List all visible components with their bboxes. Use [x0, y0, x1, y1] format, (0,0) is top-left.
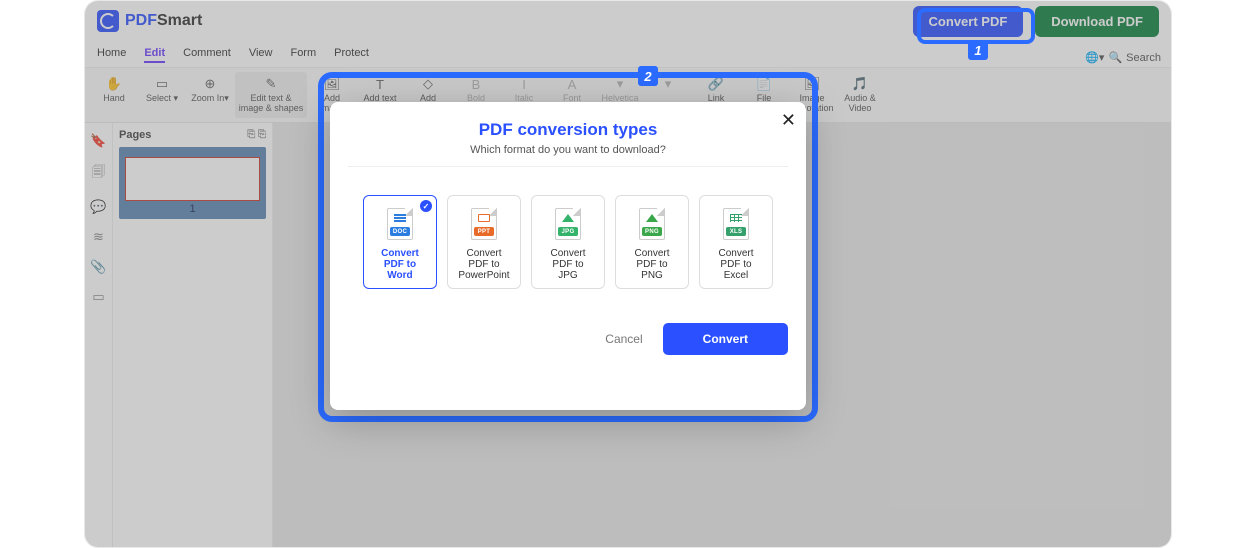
search-area[interactable]: 🌐▾ 🔍 Search [1085, 51, 1161, 64]
tool-icon: ▭ [156, 76, 168, 92]
close-icon[interactable]: ✕ [781, 110, 796, 131]
option-jpg[interactable]: JPG ConvertPDF toJPG [531, 195, 605, 289]
option-label: ConvertPDF toPNG [634, 248, 669, 281]
tool-icon: ▾ [665, 76, 672, 92]
pages-icon[interactable]: 🗐 [92, 163, 105, 185]
menubar: Home Edit Comment View Form Protect [85, 41, 1171, 68]
tool-label: Audio & Video [839, 94, 881, 114]
tool-icon: ⊕ [205, 76, 216, 92]
download-pdf-button[interactable]: Download PDF [1035, 6, 1159, 37]
layers-icon[interactable]: ≋ [93, 229, 104, 245]
tool-icon: A [568, 76, 577, 92]
tool-icon: 🖼 [324, 76, 341, 92]
option-ppt[interactable]: PPT ConvertPDF toPowerPoint [447, 195, 521, 289]
tool-icon: ▾ [617, 76, 624, 92]
menu-home[interactable]: Home [97, 45, 126, 63]
menu-view[interactable]: View [249, 45, 273, 63]
tool-hand[interactable]: ✋ Hand [91, 72, 137, 118]
modal-subtitle: Which format do you want to download? [348, 144, 788, 167]
tool-icon: 📄 [756, 76, 772, 92]
top-actions: Convert PDF Download PDF [913, 6, 1159, 37]
page-thumb-image [125, 157, 260, 201]
brand-suffix: Smart [157, 12, 202, 29]
tool-icon: ✎ [266, 76, 277, 92]
cancel-button[interactable]: Cancel [605, 332, 642, 346]
tool-icon: 🎵 [852, 76, 868, 92]
tool-zoom-in-[interactable]: ⊕ Zoom In▾ [187, 72, 233, 118]
annotation-badge-2: 2 [638, 66, 658, 86]
conversion-options: ✓ DOC ConvertPDF toWord PPT ConvertPDF toPow… [348, 195, 788, 289]
menu-form[interactable]: Form [290, 45, 316, 63]
tool-icon: ◇ [423, 76, 433, 92]
file-icon: XLS [723, 208, 749, 240]
attachment-icon[interactable]: 📎 [90, 259, 106, 275]
page-thumbnail[interactable]: 1 [119, 147, 266, 219]
brand-prefix: PDF [125, 12, 157, 29]
file-icon: DOC [387, 208, 413, 240]
menu-comment[interactable]: Comment [183, 45, 231, 63]
pages-panel: Pages ⎘ ⎘ 1 [113, 123, 273, 548]
tool-icon: I [522, 76, 526, 92]
pages-tools[interactable]: ⎘ ⎘ [247, 129, 266, 141]
option-label: ConvertPDF toJPG [550, 248, 585, 281]
convert-button[interactable]: Convert [663, 323, 788, 355]
convert-pdf-button[interactable]: Convert PDF [913, 6, 1024, 37]
tool-label: Select ▾ [146, 94, 178, 104]
tool-select-[interactable]: ▭ Select ▾ [139, 72, 185, 118]
option-png[interactable]: PNG ConvertPDF toPNG [615, 195, 689, 289]
tool-icon: T [376, 76, 384, 92]
tool-label: Edit text & image & shapes [237, 94, 305, 114]
modal-actions: Cancel Convert [348, 323, 788, 355]
bookmark-icon[interactable]: 🔖 [90, 133, 106, 149]
search-label: Search [1126, 52, 1161, 64]
search-icon: 🔍 [1108, 51, 1122, 64]
option-doc[interactable]: ✓ DOC ConvertPDF toWord [363, 195, 437, 289]
file-icon: JPG [555, 208, 581, 240]
logo-icon [97, 10, 119, 32]
language-icon[interactable]: 🌐▾ [1085, 51, 1104, 64]
tool-label: Zoom In▾ [191, 94, 229, 104]
brand-logo[interactable]: PDFSmart [97, 10, 202, 32]
tool-label: Hand [103, 94, 125, 104]
menu-protect[interactable]: Protect [334, 45, 369, 63]
tool-icon: 🖼 [804, 76, 821, 92]
topbar: PDFSmart Convert PDF Download PDF [85, 1, 1171, 41]
option-xls[interactable]: XLS ConvertPDF toExcel [699, 195, 773, 289]
page-number: 1 [125, 201, 260, 217]
check-icon: ✓ [420, 200, 432, 212]
stamp-icon[interactable]: ▭ [92, 289, 104, 305]
tool-audio-video[interactable]: 🎵 Audio & Video [837, 72, 883, 118]
option-label: ConvertPDF toExcel [718, 248, 753, 281]
tool-icon: ✋ [106, 76, 122, 92]
menu-edit[interactable]: Edit [144, 45, 165, 63]
comments-icon[interactable]: 💬 [90, 199, 106, 215]
annotation-badge-1: 1 [968, 40, 988, 60]
conversion-modal: ✕ PDF conversion types Which format do y… [330, 102, 806, 410]
option-label: ConvertPDF toWord [381, 248, 419, 281]
tool-icon: 🔗 [708, 76, 724, 92]
modal-title: PDF conversion types [348, 120, 788, 140]
option-label: ConvertPDF toPowerPoint [458, 248, 509, 281]
file-icon: PNG [639, 208, 665, 240]
tool-icon: B [472, 76, 481, 92]
file-icon: PPT [471, 208, 497, 240]
sidebar: 🔖 🗐 💬 ≋ 📎 ▭ [85, 123, 113, 548]
pages-title: Pages [119, 129, 151, 141]
tool-edit-text-image-shapes[interactable]: ✎ Edit text & image & shapes [235, 72, 307, 118]
